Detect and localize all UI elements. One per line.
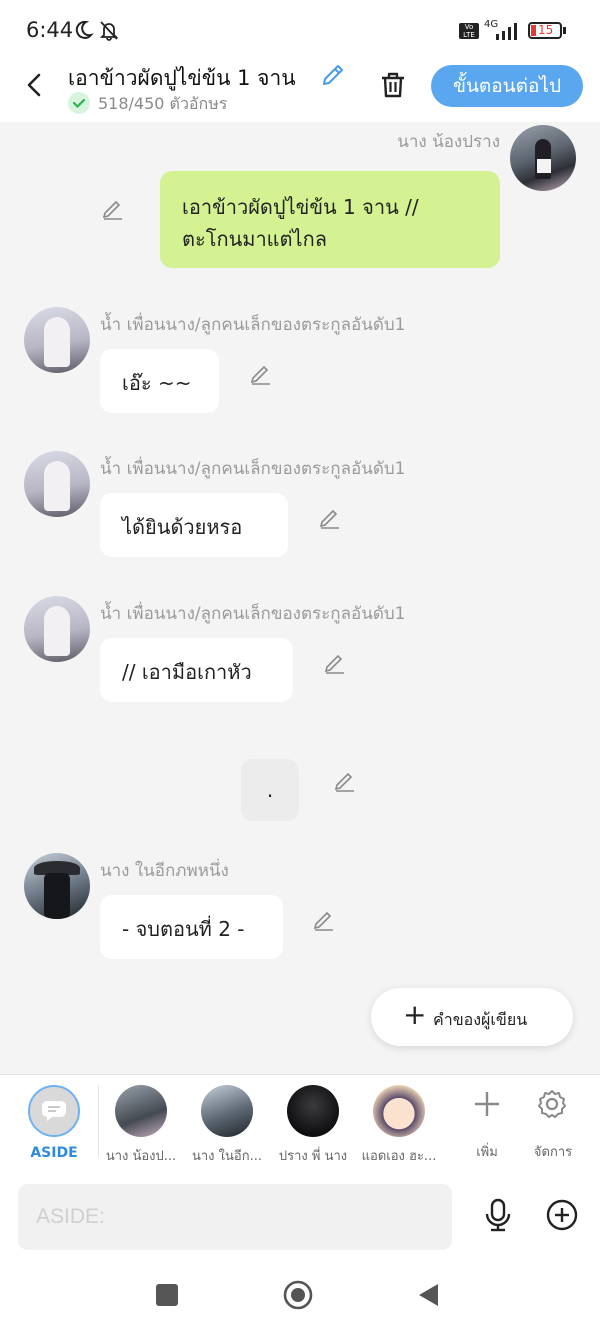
sender-name: น้ำ เพื่อนนาง/ลูกคนเล็กของตระกูลอันดับ1	[100, 315, 406, 335]
battery-icon: 15	[528, 22, 562, 39]
avatar[interactable]	[24, 853, 90, 919]
edit-message-icon[interactable]	[249, 362, 273, 386]
manage-label: จัดการ	[533, 1145, 573, 1160]
message-bubble[interactable]: // เอามือเกาหัว	[100, 638, 293, 702]
author-note-button[interactable]: + คำของผู้เขียน	[371, 988, 573, 1046]
bell-off-icon	[99, 21, 119, 41]
moon-icon	[75, 20, 94, 39]
message-text: เอ๊ะ ~~	[122, 371, 192, 395]
gear-icon[interactable]	[536, 1088, 568, 1120]
input-bar	[0, 1173, 600, 1263]
message-text: ได้ยินด้วยหรอ	[122, 515, 243, 539]
system-nav-bar	[0, 1263, 600, 1333]
page-title: เอาข้าวผัดปูไข่ข้น 1 จาน	[68, 66, 296, 90]
edit-message-icon[interactable]	[101, 197, 125, 221]
character-label: นาง ในอีก...	[192, 1149, 262, 1164]
character-label: ปราง พี่ นาง	[278, 1149, 348, 1164]
microphone-icon[interactable]	[482, 1197, 514, 1233]
header: เอาข้าวผัดปูไข่ข้น 1 จาน 518/450 ตัวอักษ…	[0, 60, 600, 122]
aside-bubble[interactable]: .	[241, 759, 299, 821]
chat-area: นาง น้องปราง เอาข้าวผัดปูไข่ข้น 1 จาน //…	[0, 122, 600, 1074]
chat-bubble-icon	[42, 1101, 66, 1121]
add-character-icon[interactable]	[472, 1089, 502, 1119]
battery-level	[531, 25, 536, 36]
edit-message-icon[interactable]	[323, 651, 347, 675]
home-icon[interactable]	[282, 1279, 314, 1311]
avatar[interactable]	[24, 596, 90, 662]
battery-percent: 15	[538, 23, 554, 37]
character-bar: ASIDE นาง น้องป... นาง ในอีก... ปราง พี่…	[0, 1074, 600, 1174]
status-time: 6:44	[26, 18, 74, 42]
add-character-label: เพิ่ม	[476, 1145, 498, 1160]
message-text: .	[266, 778, 274, 802]
character-label: นาง น้องป...	[105, 1149, 177, 1164]
sender-name: น้ำ เพื่อนนาง/ลูกคนเล็กของตระกูลอันดับ1	[100, 459, 406, 479]
sender-name: น้ำ เพื่อนนาง/ลูกคนเล็กของตระกูลอันดับ1	[100, 604, 406, 624]
character-avatar[interactable]	[201, 1085, 253, 1137]
message-bubble[interactable]: เอาข้าวผัดปูไข่ข้น 1 จาน // ตะโกนมาแต่ไก…	[160, 171, 500, 268]
character-count: 518/450 ตัวอักษร	[98, 94, 228, 113]
status-bar: 6:44 Vo LTE 4G 15	[0, 0, 600, 60]
plus-icon: +	[403, 998, 427, 1031]
trash-icon[interactable]	[378, 70, 408, 100]
character-avatar[interactable]	[373, 1085, 425, 1137]
message-bubble[interactable]: ได้ยินด้วยหรอ	[100, 493, 288, 557]
message-text: // เอามือเกาหัว	[122, 660, 252, 684]
next-step-button[interactable]: ขั้นตอนต่อไป	[431, 65, 583, 107]
volte-icon: Vo LTE	[459, 23, 479, 39]
message-bubble[interactable]: เอ๊ะ ~~	[100, 349, 219, 413]
add-circle-icon[interactable]	[545, 1198, 579, 1232]
message-input[interactable]	[18, 1184, 452, 1250]
character-aside[interactable]	[28, 1085, 80, 1137]
back-arrow-icon[interactable]	[22, 72, 48, 98]
back-nav-icon[interactable]	[416, 1282, 440, 1308]
edit-message-icon[interactable]	[318, 506, 342, 530]
message-text: ตะโกนมาแต่ไกล	[182, 227, 327, 251]
message-text: เอาข้าวผัดปูไข่ข้น 1 จาน //	[182, 195, 419, 219]
sender-name: นาง น้องปราง	[397, 132, 500, 152]
character-avatar[interactable]	[115, 1085, 167, 1137]
recents-icon[interactable]	[156, 1284, 178, 1306]
check-icon	[68, 92, 90, 114]
message-bubble[interactable]: - จบตอนที่ 2 -	[100, 895, 283, 959]
sender-name: นาง ในอีกภพหนึ่ง	[100, 861, 229, 881]
battery-cap	[563, 27, 566, 34]
character-avatar[interactable]	[287, 1085, 339, 1137]
divider	[98, 1085, 99, 1157]
edit-message-icon[interactable]	[312, 908, 336, 932]
signal-icon	[496, 23, 517, 40]
avatar[interactable]	[24, 451, 90, 517]
edit-title-icon[interactable]	[320, 62, 346, 88]
edit-message-icon[interactable]	[333, 769, 357, 793]
character-label: ASIDE	[30, 1145, 78, 1161]
author-note-label: คำของผู้เขียน	[433, 1010, 528, 1029]
message-text: - จบตอนที่ 2 -	[122, 917, 245, 941]
avatar[interactable]	[510, 125, 576, 191]
avatar[interactable]	[24, 307, 90, 373]
character-label: แอดเอง ฮะ...	[361, 1149, 437, 1164]
